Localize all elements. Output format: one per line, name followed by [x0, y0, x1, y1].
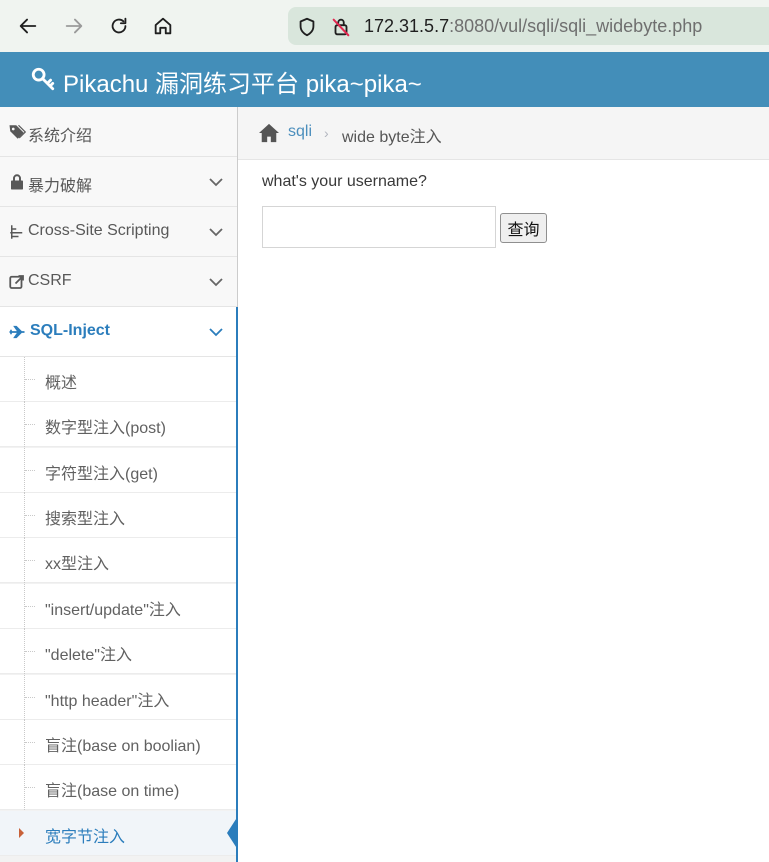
forward-button[interactable]: [58, 10, 90, 42]
submenu-item-xx[interactable]: xx型注入: [0, 538, 236, 583]
username-input[interactable]: [262, 206, 496, 248]
app-header: Pikachu 漏洞练习平台 pika~pika~: [0, 52, 769, 107]
breadcrumb-current: wide byte注入: [342, 129, 442, 146]
insecure-lock-icon[interactable]: [330, 16, 352, 38]
list-tree-icon: [10, 225, 23, 239]
tree-branch: [25, 515, 35, 516]
submenu-item-label: 字符型注入(get): [45, 466, 158, 483]
shield-icon[interactable]: [296, 16, 318, 38]
url-text[interactable]: 172.31.5.7:8080/vul/sqli/sqli_widebyte.p…: [364, 16, 702, 37]
home-outline-icon: [154, 17, 172, 35]
submenu-item-search[interactable]: 搜索型注入: [0, 493, 236, 538]
submenu-item-numeric-post[interactable]: 数字型注入(post): [0, 402, 236, 447]
tags-icon: [9, 124, 26, 139]
tree-branch: [25, 424, 35, 425]
submenu-item-label: 概述: [45, 375, 78, 392]
tree-branch: [25, 606, 35, 607]
submenu-item-label: 数字型注入(post): [45, 420, 166, 437]
breadcrumb: sqli › wide byte注入: [238, 107, 769, 160]
submenu-item-label: 宽字节注入: [45, 829, 126, 846]
caret-right-icon: [19, 828, 24, 838]
chevron-down-icon: [209, 228, 223, 237]
submenu-item-wide-byte[interactable]: 宽字节注入: [0, 811, 238, 856]
submenu-item-overview[interactable]: 概述: [0, 357, 236, 402]
lock-icon: [11, 174, 23, 190]
tree-branch: [25, 470, 35, 471]
chevron-right-icon: ›: [324, 125, 329, 141]
sidebar-item-sql-inject[interactable]: SQL-Inject: [0, 307, 237, 357]
submenu-item-http-header[interactable]: "http header"注入: [0, 675, 236, 720]
url-path: :8080/vul/sqli/sqli_widebyte.php: [449, 16, 703, 36]
sidebar-item-label: CSRF: [28, 272, 72, 289]
tree-branch: [25, 787, 35, 788]
submenu-item-label: "delete"注入: [45, 647, 132, 664]
submenu-item-insert-update[interactable]: "insert/update"注入: [0, 584, 236, 629]
breadcrumb-link-sqli[interactable]: sqli: [288, 123, 312, 141]
submenu-item-label: 搜索型注入: [45, 511, 126, 528]
chevron-down-icon: [209, 278, 223, 287]
forward-arrow-icon: [65, 18, 83, 34]
sidebar-item-label: 暴力破解: [28, 178, 93, 195]
share-icon: [9, 275, 24, 289]
chevron-down-icon: [209, 178, 223, 187]
browser-toolbar: 172.31.5.7:8080/vul/sqli/sqli_widebyte.p…: [0, 0, 769, 52]
home-button[interactable]: [147, 10, 179, 42]
plane-icon: [9, 325, 25, 339]
sidebar-item-csrf[interactable]: CSRF: [0, 257, 237, 307]
submenu-item-string-get[interactable]: 字符型注入(get): [0, 448, 236, 493]
tree-branch: [25, 697, 35, 698]
sidebar-item-system-intro[interactable]: 系统介绍: [0, 107, 237, 157]
url-host: 172.31.5.7: [364, 16, 450, 36]
home-icon[interactable]: [258, 123, 280, 143]
sidebar-item-label: SQL-Inject: [30, 322, 111, 339]
chevron-down-icon: [209, 328, 223, 337]
query-button[interactable]: 查询: [500, 213, 547, 243]
submenu-item-label: "insert/update"注入: [45, 602, 181, 619]
back-arrow-icon: [19, 18, 37, 34]
tree-branch: [25, 742, 35, 743]
sidebar-item-brute-force[interactable]: 暴力破解: [0, 157, 237, 207]
reload-icon: [111, 17, 127, 34]
tree-branch: [25, 379, 35, 380]
back-button[interactable]: [12, 10, 44, 42]
submenu-item-label: xx型注入: [45, 556, 110, 573]
username-prompt: what's your username?: [262, 173, 427, 190]
app-title[interactable]: Pikachu 漏洞练习平台 pika~pika~: [63, 64, 422, 99]
main-content: what's your username? 查询: [238, 160, 769, 862]
submenu-item-label: 盲注(base on boolian): [45, 738, 201, 755]
reload-button[interactable]: [103, 10, 135, 42]
submenu-item-label: 盲注(base on time): [45, 783, 180, 800]
submenu-item-blind-time[interactable]: 盲注(base on time): [0, 765, 236, 810]
submenu-item-label: "http header"注入: [45, 693, 170, 710]
sidebar-item-label: Cross-Site Scripting: [28, 222, 170, 239]
sidebar-item-xss[interactable]: Cross-Site Scripting: [0, 207, 237, 257]
key-icon: [31, 67, 55, 91]
submenu-item-blind-boolean[interactable]: 盲注(base on boolian): [0, 720, 236, 765]
tree-branch: [25, 651, 35, 652]
submenu-item-delete[interactable]: "delete"注入: [0, 629, 236, 674]
sidebar: 系统介绍 暴力破解 Cross-Site Scripting CSRF SQL-…: [0, 107, 238, 862]
address-bar[interactable]: 172.31.5.7:8080/vul/sqli/sqli_widebyte.p…: [288, 7, 769, 45]
tree-branch: [25, 560, 35, 561]
sidebar-item-label: 系统介绍: [28, 128, 93, 145]
